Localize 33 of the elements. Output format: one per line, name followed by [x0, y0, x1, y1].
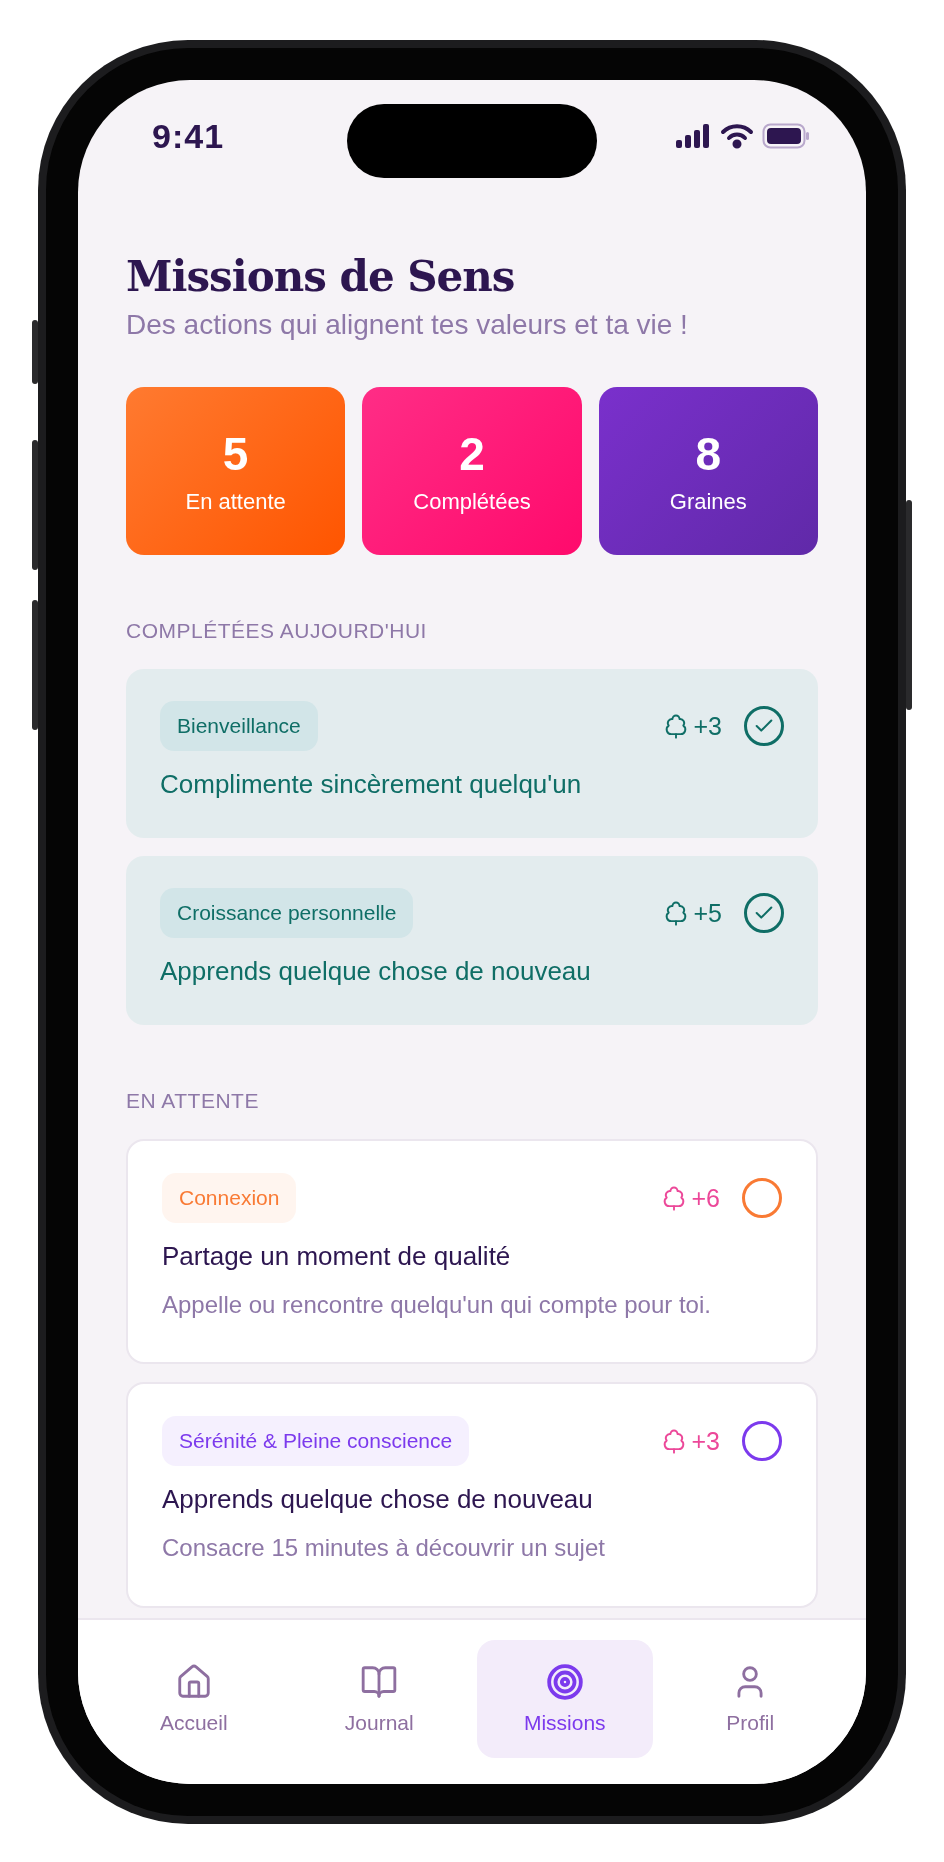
- mission-description: Appelle ou rencontre quelqu'un qui compte pour toi.: [162, 1290, 712, 1320]
- stat-label: Graines: [669, 489, 747, 515]
- mission-title: Apprends quelque chose de nouveau: [162, 1484, 594, 1516]
- stat-value: 8: [695, 427, 722, 481]
- section-heading: COMPLÉTÉES AUJOURD'HUI: [126, 619, 428, 643]
- status-time: 9:41: [152, 116, 225, 156]
- mission-card[interactable]: Sérénité & Pleine conscience +3 Apprends quelque chose de nouveau Consacre 15 minutes à découvrir un sujet: [126, 1382, 818, 1608]
- mission-title: Partage un moment de qualité: [162, 1241, 512, 1272]
- seed-count: +3: [693, 711, 722, 741]
- section-heading: EN ATTENTE: [126, 1089, 260, 1113]
- mission-card[interactable]: Croissance personnelle +5 Apprends quelque chose de nouveau: [126, 856, 818, 1025]
- seed-count: +5: [693, 898, 722, 928]
- seed-count: +3: [691, 1426, 720, 1456]
- mission-title: Complimente sincèrement quelqu'un: [160, 769, 583, 800]
- mission-card[interactable]: Bienveillance +3 Complimente sincèrement quelqu'un: [126, 669, 818, 838]
- category-tag: Sérénité & Pleine conscience: [162, 1416, 470, 1467]
- stat-value: 5: [222, 427, 249, 481]
- mission-card[interactable]: Connexion +6 Partage un moment de qualité Appelle ou rencontre quelqu'un qui compte pour toi.: [126, 1139, 818, 1365]
- category-tag: Bienveillance: [160, 701, 318, 751]
- nav-tab[interactable]: Profil: [662, 1640, 838, 1758]
- category-tag: Croissance personnelle: [160, 888, 414, 938]
- seed-count: +6: [691, 1183, 720, 1213]
- nav-tab[interactable]: Journal: [291, 1640, 467, 1758]
- page-title: Missions de Sens: [126, 252, 516, 301]
- page-subtitle: Des actions qui alignent tes valeurs et ta vie !: [126, 309, 689, 341]
- nav-tab[interactable]: Accueil: [106, 1640, 282, 1758]
- nav-tab[interactable]: Missions: [477, 1640, 653, 1758]
- stat-value: 2: [459, 427, 485, 481]
- category-tag: Connexion: [162, 1173, 297, 1223]
- stat-label: Complétées: [413, 489, 531, 515]
- mission-title: Apprends quelque chose de nouveau: [160, 956, 592, 987]
- mission-description: Consacre 15 minutes à découvrir un sujet: [162, 1533, 606, 1564]
- stat-label: En attente: [185, 489, 286, 515]
